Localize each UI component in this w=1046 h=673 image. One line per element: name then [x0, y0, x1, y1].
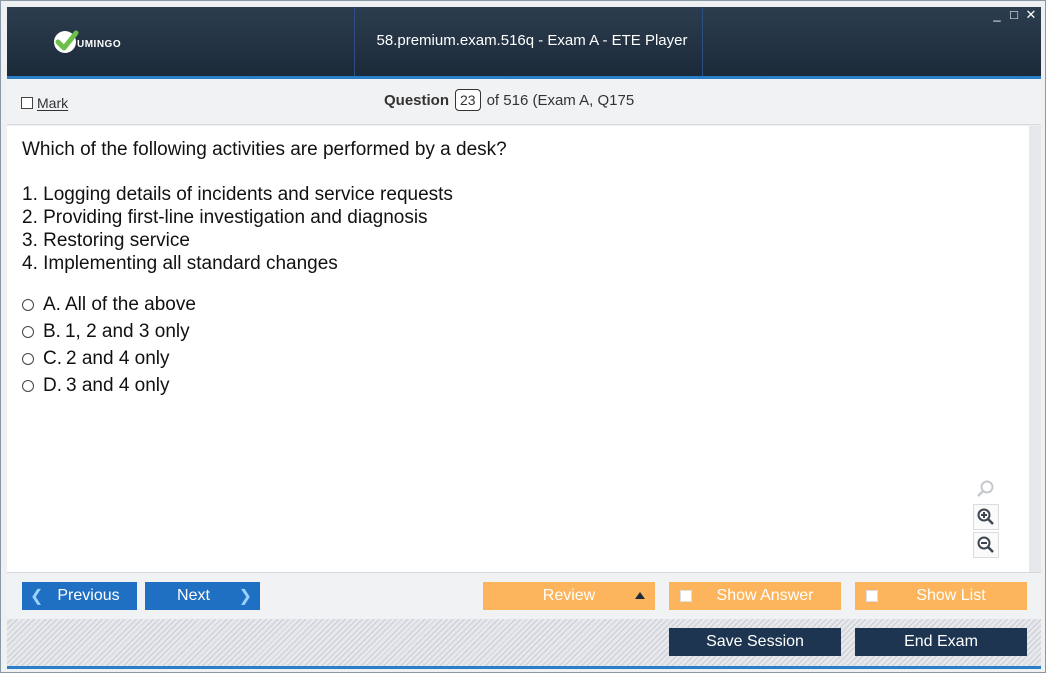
window-title: 58.premium.exam.516q - Exam A - ETE Play… — [376, 32, 688, 49]
magnifier-icon — [977, 480, 994, 497]
zoom-reset-button[interactable] — [973, 476, 999, 502]
title-separator — [354, 7, 355, 76]
checkbox-icon[interactable] — [680, 590, 692, 602]
next-label: Next — [177, 587, 210, 604]
checkbox-icon[interactable] — [21, 97, 33, 109]
zoom-tools — [973, 476, 1003, 560]
save-session-button[interactable]: Save Session — [669, 628, 841, 656]
save-session-label: Save Session — [706, 633, 804, 650]
option-text: 1, 2 and 3 only — [64, 321, 190, 342]
question-number-input[interactable]: 23 — [455, 89, 481, 111]
previous-button[interactable]: ❮ Previous — [22, 582, 137, 610]
window-controls: _ □ ✕ — [991, 7, 1037, 23]
option-letter: D. — [43, 375, 62, 396]
zoom-out-button[interactable] — [973, 532, 999, 558]
radio-icon[interactable] — [22, 379, 34, 392]
question-items: 1. Logging details of incidents and serv… — [22, 183, 453, 275]
option-b[interactable]: B. 1, 2 and 3 only — [22, 318, 196, 345]
app-window: UMINGO 58.premium.exam.516q - Exam A - E… — [0, 0, 1046, 673]
minimize-icon[interactable]: _ — [991, 7, 1003, 23]
option-text: 3 and 4 only — [66, 375, 170, 396]
option-a[interactable]: A. All of the above — [22, 291, 196, 318]
option-letter: B. — [43, 321, 61, 342]
umingo-logo: UMINGO — [51, 27, 151, 57]
zoom-in-button[interactable] — [973, 504, 999, 530]
end-exam-button[interactable]: End Exam — [855, 628, 1027, 656]
end-exam-label: End Exam — [904, 633, 978, 650]
show-list-label: Show List — [916, 587, 986, 604]
mark-label: Mark — [37, 95, 69, 111]
option-d[interactable]: D. 3 and 4 only — [22, 372, 196, 399]
option-c[interactable]: C. 2 and 4 only — [22, 345, 196, 372]
radio-icon[interactable] — [22, 298, 34, 311]
radio-icon[interactable] — [22, 325, 34, 338]
answer-options: A. All of the above B. 1, 2 and 3 only C… — [22, 291, 196, 399]
review-button[interactable]: Review — [483, 582, 655, 610]
review-label: Review — [542, 587, 596, 604]
show-list-button[interactable]: Show List — [855, 582, 1027, 610]
option-letter: A. — [43, 294, 61, 315]
logo-text: UMINGO — [77, 39, 122, 50]
content-scrollbar[interactable] — [1029, 126, 1041, 572]
close-icon[interactable]: ✕ — [1025, 7, 1037, 23]
title-bar: UMINGO 58.premium.exam.516q - Exam A - E… — [7, 7, 1041, 79]
list-item: 3. Restoring service — [22, 230, 190, 251]
question-content: Which of the following activities are pe… — [7, 126, 1029, 572]
question-navigator: Question 23 of 516 (Exam A, Q175 — [384, 89, 634, 111]
question-header: Mark Question 23 of 516 (Exam A, Q175 — [7, 79, 1041, 125]
checkbox-icon[interactable] — [866, 590, 878, 602]
bottom-toolbar: Save Session End Exam — [7, 619, 1041, 666]
radio-icon[interactable] — [22, 352, 34, 365]
chevron-right-icon: ❯ — [238, 588, 252, 605]
show-answer-label: Show Answer — [716, 587, 814, 604]
question-label: Question — [384, 91, 450, 109]
option-letter: C. — [43, 348, 62, 369]
zoom-out-icon — [977, 536, 994, 553]
list-item: 1. Logging details of incidents and serv… — [22, 184, 453, 205]
previous-label: Previous — [57, 587, 120, 604]
zoom-in-icon — [977, 508, 994, 525]
navigation-bar: ❮ Previous Next ❯ Review Show Answer Sho… — [7, 572, 1041, 619]
list-item: 4. Implementing all standard changes — [22, 253, 338, 274]
chevron-left-icon: ❮ — [30, 588, 44, 605]
option-text: 2 and 4 only — [66, 348, 170, 369]
maximize-icon[interactable]: □ — [1008, 7, 1020, 23]
question-total: of 516 (Exam A, Q175 — [486, 91, 635, 109]
next-button[interactable]: Next ❯ — [145, 582, 260, 610]
question-text: Which of the following activities are pe… — [22, 139, 507, 160]
triangle-up-icon — [635, 592, 645, 599]
mark-checkbox[interactable]: Mark — [21, 95, 68, 111]
show-answer-button[interactable]: Show Answer — [669, 582, 841, 610]
option-text: All of the above — [64, 294, 196, 315]
list-item: 2. Providing first-line investigation an… — [22, 207, 428, 228]
bottom-accent-line — [7, 666, 1041, 669]
